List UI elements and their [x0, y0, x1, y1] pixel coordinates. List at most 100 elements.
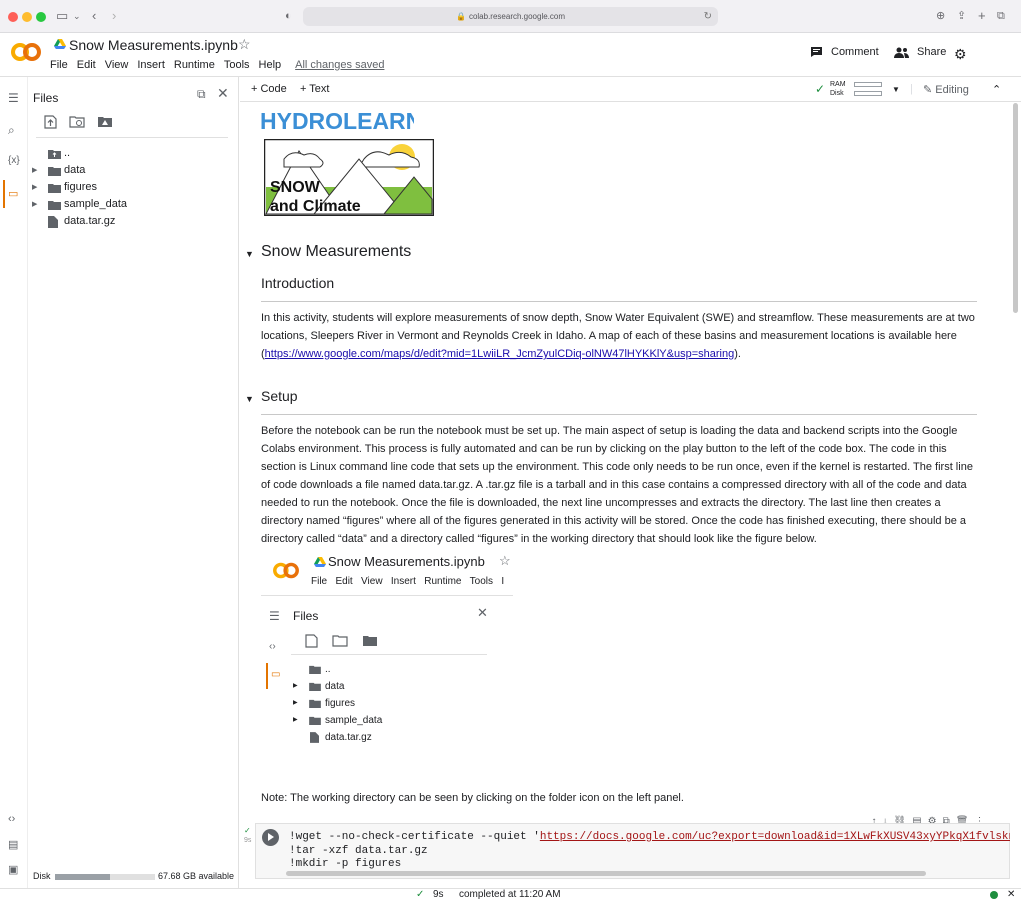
check-icon: ✓ [416, 889, 425, 900]
tree-item-label: .. [64, 147, 71, 159]
menu-help[interactable]: Help [259, 59, 282, 71]
folder-icon: ▭ [271, 669, 281, 680]
code-editor[interactable]: !wget --no-check-certificate --quiet 'ht… [289, 831, 1010, 872]
folder-icon [48, 184, 61, 193]
menu-file[interactable]: File [50, 59, 68, 71]
code-cell[interactable]: !wget --no-check-certificate --quiet 'ht… [255, 823, 1010, 879]
code-line-1-pre: !wget --no-check-certificate --quiet ' [289, 831, 540, 843]
menu-edit[interactable]: Edit [77, 59, 96, 71]
embedded-menu-item: I [501, 576, 505, 587]
files-toolbar [44, 115, 113, 129]
close-icon[interactable]: ✕ [1007, 889, 1015, 901]
tree-item-label: sample_data [64, 198, 127, 210]
scrollbar[interactable] [1013, 103, 1018, 313]
menu-view[interactable]: View [105, 59, 129, 71]
ram-label: RAM [830, 81, 846, 88]
new-tab-icon[interactable]: + [978, 8, 986, 24]
horizontal-scrollbar[interactable] [286, 871, 926, 876]
command-palette-icon[interactable]: ▤ [8, 838, 18, 851]
folder-icon[interactable]: ▭ [8, 187, 18, 200]
add-text-button[interactable]: + Text [300, 83, 329, 95]
caret-right-icon[interactable]: ▶ [32, 162, 37, 179]
embedded-tree-item: ▶ data [293, 678, 382, 695]
editing-mode-button[interactable]: ✎ Editing [923, 83, 969, 96]
disk-label: Disk [830, 90, 844, 97]
editing-label: Editing [935, 84, 969, 96]
caret-down-icon[interactable]: ▼ [892, 85, 900, 94]
resources-indicator[interactable]: RAM Disk [830, 80, 882, 98]
embedded-tree-label: .. [325, 664, 331, 675]
terminal-icon[interactable]: ▣ [8, 863, 18, 876]
tree-item-label: data.tar.gz [64, 215, 116, 227]
menu-runtime[interactable]: Runtime [174, 59, 215, 71]
caret-right-icon: ▶ [293, 683, 298, 689]
add-code-button[interactable]: + Code [251, 83, 287, 95]
embedded-tree-item: data.tar.gz [293, 729, 382, 746]
embedded-screenshot: Snow Measurements.ipynb ☆ File Edit View… [261, 551, 513, 755]
embedded-files-title: Files [293, 609, 319, 623]
download-icon[interactable]: ⊕ [936, 8, 945, 24]
comment-button[interactable]: Comment [810, 46, 879, 58]
map-link[interactable]: https://www.google.com/maps/d/edit?mid=1… [265, 348, 735, 360]
hydrolearn-logo: HYDROLEARN [260, 108, 414, 133]
disk-usage-bar [55, 874, 155, 880]
star-icon[interactable]: ☆ [238, 36, 251, 53]
menu-tools[interactable]: Tools [224, 59, 250, 71]
close-window-button[interactable] [8, 12, 18, 22]
close-icon[interactable]: ✕ [217, 85, 229, 102]
notebook-title[interactable]: Snow Measurements.ipynb [69, 37, 238, 53]
collapse-section-icon[interactable]: ▼ [245, 394, 254, 404]
new-window-icon[interactable]: ⧉ [197, 87, 206, 102]
status-completed: completed at 11:20 AM [459, 889, 561, 900]
address-bar[interactable]: 🔒 colab.research.google.com ↻ [303, 7, 718, 26]
reload-icon[interactable]: ↻ [704, 7, 712, 26]
caret-right-icon[interactable]: ▶ [32, 196, 37, 213]
upload-icon[interactable] [44, 115, 57, 129]
toc-icon: ☰ [269, 609, 280, 623]
back-arrow-icon[interactable]: ‹ [92, 8, 96, 24]
save-status[interactable]: All changes saved [295, 59, 384, 71]
toc-icon[interactable]: ☰ [8, 91, 19, 105]
executed-check-icon: ✓ [244, 826, 251, 835]
variables-icon[interactable]: {x} [8, 155, 20, 166]
run-cell-button[interactable] [262, 829, 279, 846]
settings-button[interactable]: ⚙ [954, 46, 967, 63]
disk-bar [854, 91, 882, 96]
zoom-window-button[interactable] [36, 12, 46, 22]
share-button[interactable]: Share [894, 46, 946, 58]
tree-item-label: figures [64, 181, 98, 193]
embedded-menu-item: Tools [469, 576, 494, 587]
embedded-menu-item: View [361, 576, 383, 587]
embedded-tree-item: ▶ sample_data [293, 712, 382, 729]
disk-usage-fill [55, 874, 110, 880]
forward-arrow-icon[interactable]: › [112, 8, 116, 24]
lock-icon: 🔒 [455, 12, 466, 21]
share-sheet-icon[interactable]: ⇪ [957, 8, 966, 24]
minimize-window-button[interactable] [22, 12, 32, 22]
folder-icon [48, 167, 61, 176]
check-icon: ✓ [815, 82, 826, 96]
colab-logo[interactable] [10, 41, 42, 63]
embedded-tree-item: .. [293, 661, 382, 678]
sidebar-toggle-icon[interactable]: ▭ [56, 8, 68, 24]
collapse-icon[interactable]: ⌃ [992, 83, 1001, 96]
menu-insert[interactable]: Insert [137, 59, 165, 71]
tab-overview-icon[interactable]: ⧉ [997, 8, 1005, 24]
refresh-folder-icon[interactable] [69, 115, 85, 128]
connection-status-dot [990, 891, 998, 899]
chevron-down-icon[interactable]: ⌄ [73, 8, 81, 24]
code-snippets-icon[interactable]: ‹› [8, 813, 15, 825]
search-icon[interactable]: ⌕ [8, 123, 15, 138]
collapse-section-icon[interactable]: ▼ [245, 249, 254, 259]
mount-drive-icon[interactable] [97, 115, 113, 128]
shield-icon[interactable]: ◐ [285, 8, 292, 24]
status-bar: ✓ 9s completed at 11:20 AM ✕ [0, 888, 1021, 901]
folder-icon [309, 716, 321, 725]
files-panel: Files ⧉ ✕ .. ▶ data ▶ figures ▶ sample_d… [28, 77, 239, 888]
pencil-icon: ✎ [923, 84, 933, 96]
caret-right-icon[interactable]: ▶ [32, 179, 37, 196]
disk-label: Disk [33, 871, 51, 881]
embedded-menu: File Edit View Insert Runtime Tools I [311, 576, 504, 587]
file-icon [310, 732, 319, 743]
embedded-title: Snow Measurements.ipynb [328, 554, 485, 569]
